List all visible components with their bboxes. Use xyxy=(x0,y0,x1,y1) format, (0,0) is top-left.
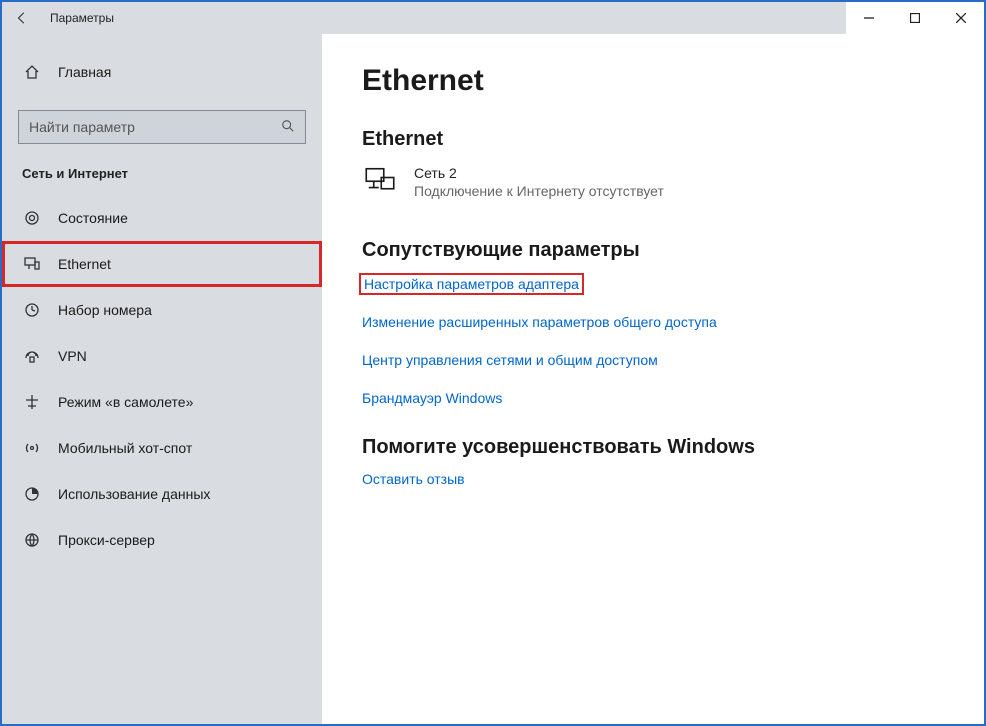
ethernet-icon xyxy=(22,256,42,272)
status-icon xyxy=(22,210,42,226)
section-heading-ethernet: Ethernet xyxy=(362,128,984,151)
home-button[interactable]: Главная xyxy=(2,52,322,92)
sidebar-item-status[interactable]: Состояние xyxy=(2,195,322,241)
main-content: Ethernet Ethernet Сеть 2 Подключение к И… xyxy=(322,34,984,724)
feedback-title: Помогите усовершенствовать Windows xyxy=(362,436,984,459)
network-text: Сеть 2 Подключение к Интернету отсутству… xyxy=(414,165,664,199)
settings-window: Параметры Главная xyxy=(0,0,986,726)
search-box[interactable] xyxy=(18,110,306,144)
sidebar-item-ethernet[interactable]: Ethernet xyxy=(2,241,322,287)
sidebar-item-label: Состояние xyxy=(58,210,128,226)
datausage-icon xyxy=(22,486,42,502)
page-title: Ethernet xyxy=(362,64,984,98)
sidebar-item-label: Использование данных xyxy=(58,486,210,502)
sidebar-item-label: Прокси-сервер xyxy=(58,532,155,548)
home-icon xyxy=(22,64,42,80)
sidebar-item-vpn[interactable]: VPN xyxy=(2,333,322,379)
maximize-button[interactable] xyxy=(892,2,938,34)
sidebar-item-label: Набор номера xyxy=(58,302,152,318)
sidebar-item-datausage[interactable]: Использование данных xyxy=(2,471,322,517)
sidebar-item-label: VPN xyxy=(58,348,87,364)
body: Главная Сеть и Интернет Состояние Et xyxy=(2,34,984,724)
close-button[interactable] xyxy=(938,2,984,34)
sidebar-item-label: Режим «в самолете» xyxy=(58,394,193,410)
network-icon xyxy=(362,165,398,193)
related-settings-title: Сопутствующие параметры xyxy=(362,239,984,262)
proxy-icon xyxy=(22,532,42,548)
link-adapter-settings[interactable]: Настройка параметров адаптера xyxy=(362,276,581,292)
link-network-center[interactable]: Центр управления сетями и общим доступом xyxy=(362,352,984,368)
search-icon xyxy=(281,119,295,136)
link-firewall[interactable]: Брандмауэр Windows xyxy=(362,390,984,406)
sidebar-item-airplane[interactable]: Режим «в самолете» xyxy=(2,379,322,425)
window-title: Параметры xyxy=(42,11,114,25)
airplane-icon xyxy=(22,394,42,410)
minimize-button[interactable] xyxy=(846,2,892,34)
link-advanced-sharing[interactable]: Изменение расширенных параметров общего … xyxy=(362,314,984,330)
search-input[interactable] xyxy=(29,119,281,135)
link-feedback[interactable]: Оставить отзыв xyxy=(362,471,984,487)
home-label: Главная xyxy=(58,64,111,80)
dialup-icon xyxy=(22,302,42,318)
sidebar-item-dialup[interactable]: Набор номера xyxy=(2,287,322,333)
sidebar-item-label: Мобильный хот-спот xyxy=(58,440,192,456)
hotspot-icon xyxy=(22,440,42,456)
window-controls xyxy=(846,2,984,34)
vpn-icon xyxy=(22,348,42,364)
network-name: Сеть 2 xyxy=(414,165,664,181)
network-item[interactable]: Сеть 2 Подключение к Интернету отсутству… xyxy=(362,165,984,199)
network-status: Подключение к Интернету отсутствует xyxy=(414,183,664,199)
sidebar: Главная Сеть и Интернет Состояние Et xyxy=(2,34,322,724)
sidebar-item-proxy[interactable]: Прокси-сервер xyxy=(2,517,322,563)
sidebar-item-label: Ethernet xyxy=(58,256,111,272)
sidebar-item-hotspot[interactable]: Мобильный хот-спот xyxy=(2,425,322,471)
titlebar: Параметры xyxy=(2,2,984,34)
back-button[interactable] xyxy=(2,2,42,34)
section-title: Сеть и Интернет xyxy=(2,166,322,195)
